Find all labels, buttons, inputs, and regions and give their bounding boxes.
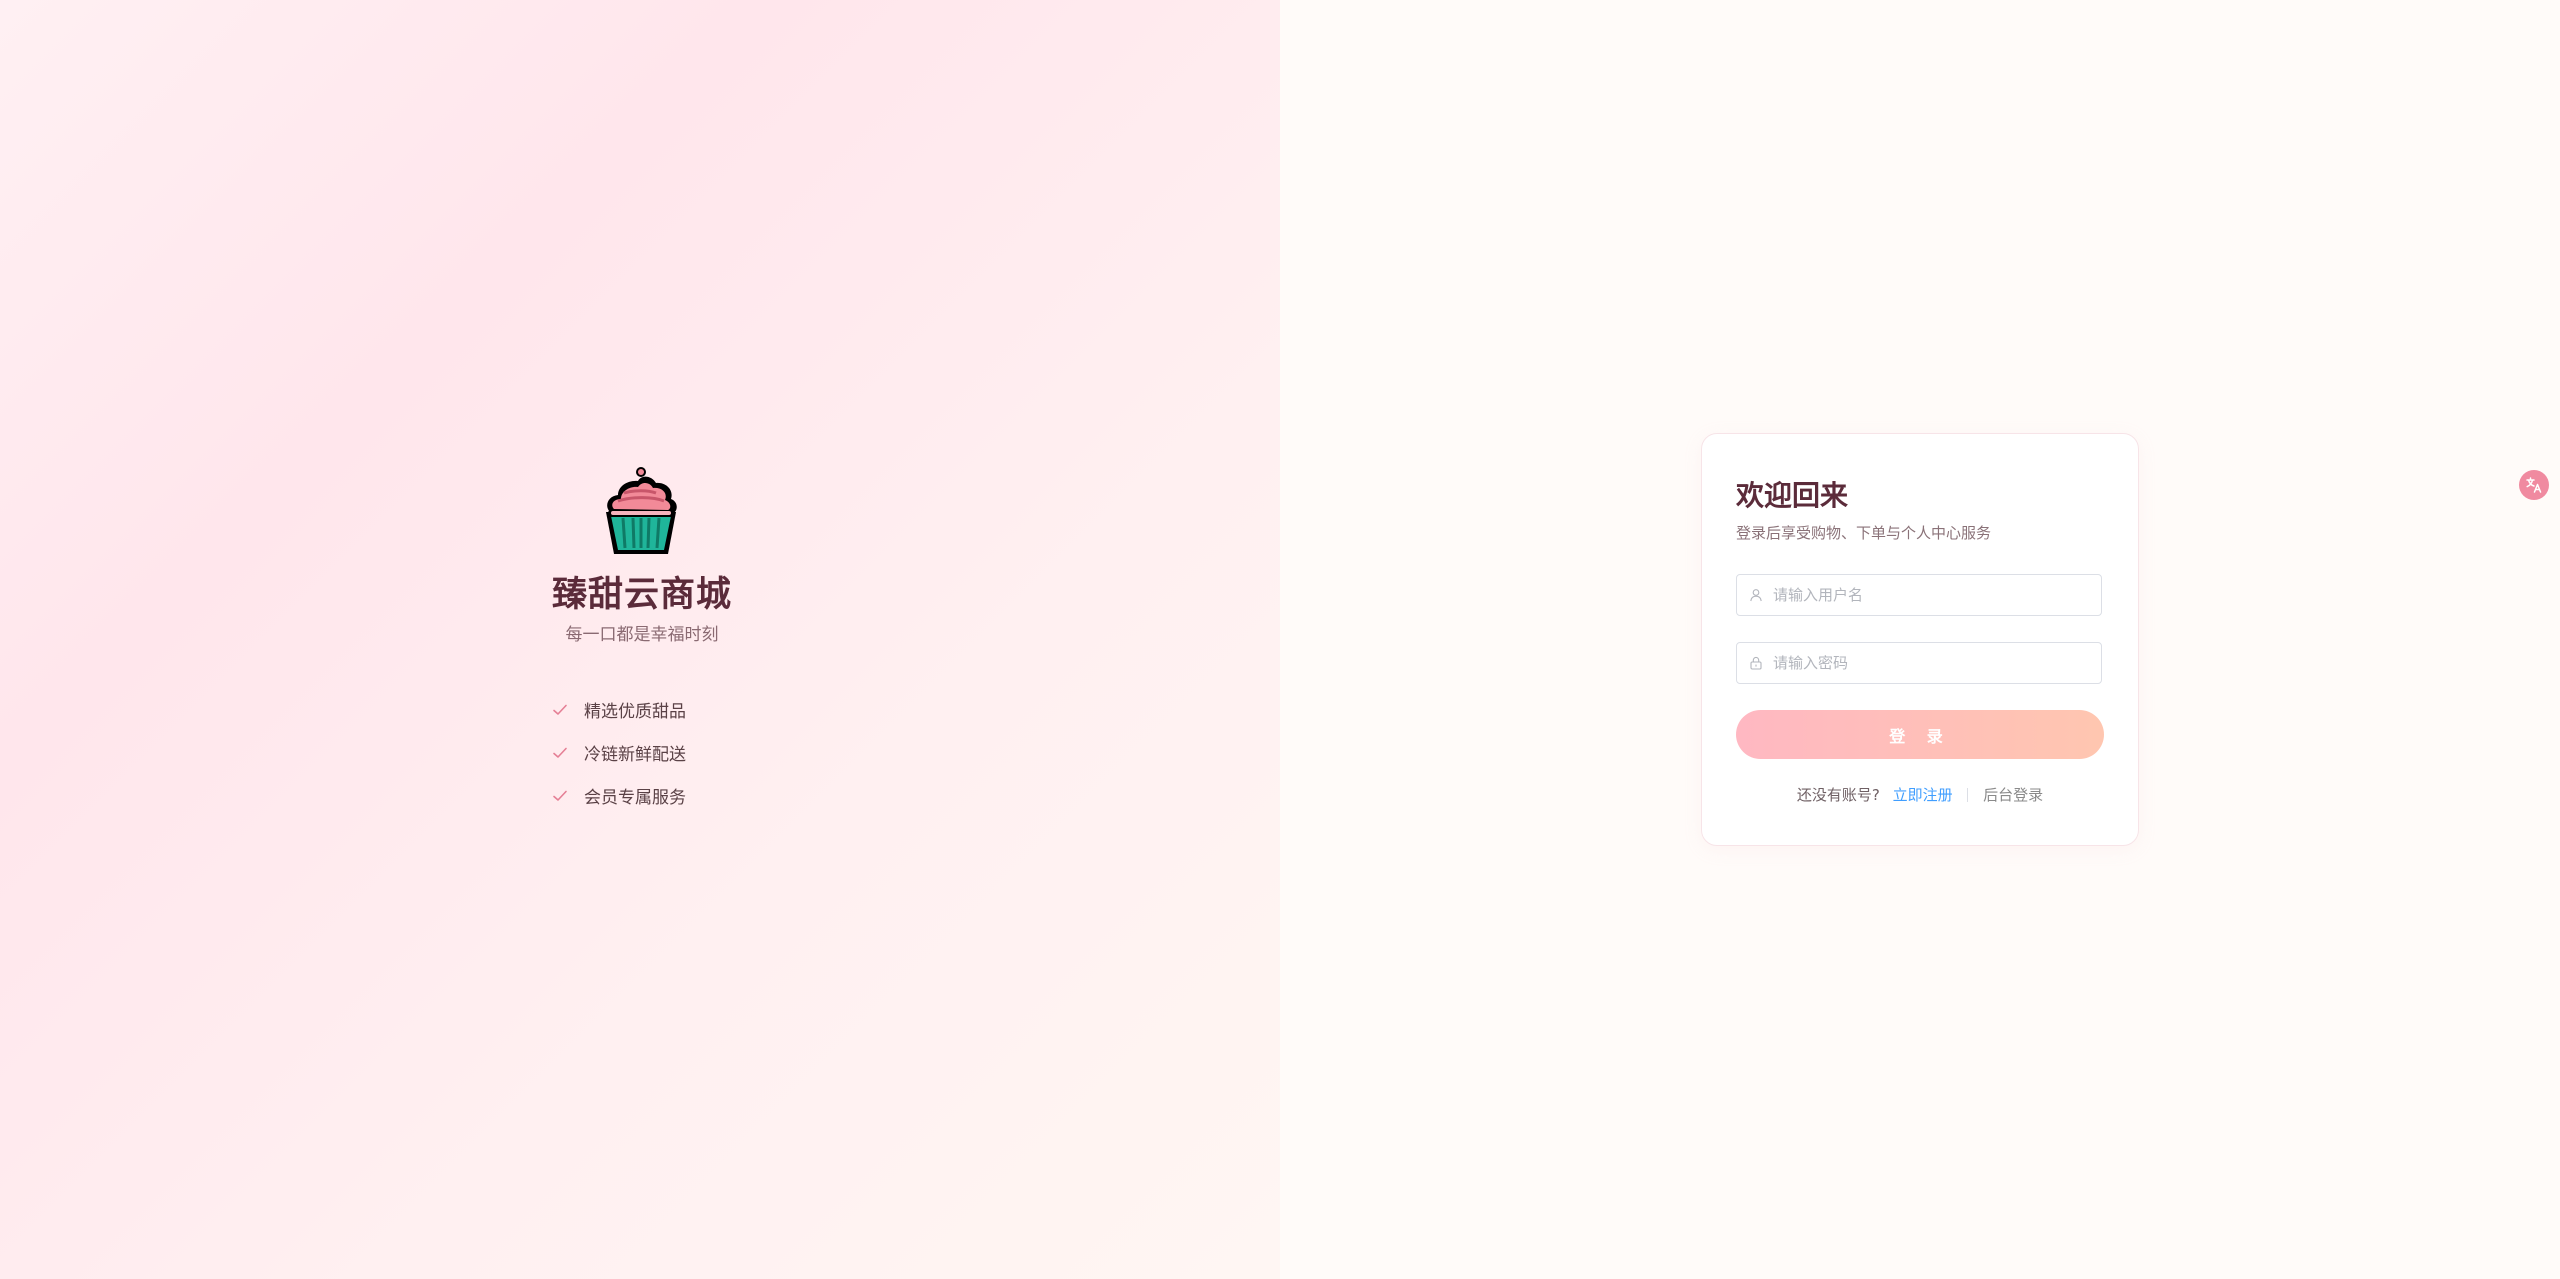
feature-label: 冷链新鲜配送 xyxy=(584,745,686,765)
feature-list: 精选优质甜品 冷链新鲜配送 会员专属服务 xyxy=(552,688,686,817)
feature-item: 精选优质甜品 xyxy=(552,688,686,731)
login-panel: 欢迎回来 登录后享受购物、下单与个人中心服务 登 录 还没有账号 xyxy=(1280,0,2560,1279)
footer-divider xyxy=(1967,788,1969,802)
username-input[interactable] xyxy=(1771,585,2095,605)
login-footer: 还没有账号? 立即注册 后台登录 xyxy=(1702,784,2138,805)
brand-slogan: 每一口都是幸福时刻 xyxy=(565,625,719,645)
check-icon xyxy=(553,704,567,715)
feature-item: 会员专属服务 xyxy=(552,774,686,817)
login-card: 欢迎回来 登录后享受购物、下单与个人中心服务 登 录 还没有账号 xyxy=(1701,433,2139,846)
login-button[interactable]: 登 录 xyxy=(1736,710,2104,759)
check-icon xyxy=(553,747,567,758)
translate-button[interactable] xyxy=(2519,470,2549,500)
feature-label: 精选优质甜品 xyxy=(584,702,686,722)
username-field[interactable] xyxy=(1736,574,2102,616)
brand-panel: 臻甜云商城 每一口都是幸福时刻 精选优质甜品 冷链新鲜配送 会员专属服务 xyxy=(0,0,1280,1279)
feature-item: 冷链新鲜配送 xyxy=(552,731,686,774)
cupcake-icon xyxy=(606,467,677,554)
translate-icon xyxy=(2526,477,2542,493)
brand-title: 臻甜云商城 xyxy=(552,575,733,615)
admin-login-link[interactable]: 后台登录 xyxy=(1983,786,2043,804)
check-icon xyxy=(553,790,567,801)
password-input[interactable] xyxy=(1771,653,2095,673)
login-title: 欢迎回来 xyxy=(1736,479,1849,512)
register-link[interactable]: 立即注册 xyxy=(1893,786,1953,804)
user-icon xyxy=(1750,589,1762,602)
no-account-text: 还没有账号? xyxy=(1796,786,1880,804)
login-page: 臻甜云商城 每一口都是幸福时刻 精选优质甜品 冷链新鲜配送 会员专属服务 欢迎回… xyxy=(0,0,2560,1279)
password-field[interactable] xyxy=(1736,642,2102,684)
login-subtitle: 登录后享受购物、下单与个人中心服务 xyxy=(1736,524,1992,542)
feature-label: 会员专属服务 xyxy=(584,788,686,808)
lock-icon xyxy=(1750,656,1762,670)
